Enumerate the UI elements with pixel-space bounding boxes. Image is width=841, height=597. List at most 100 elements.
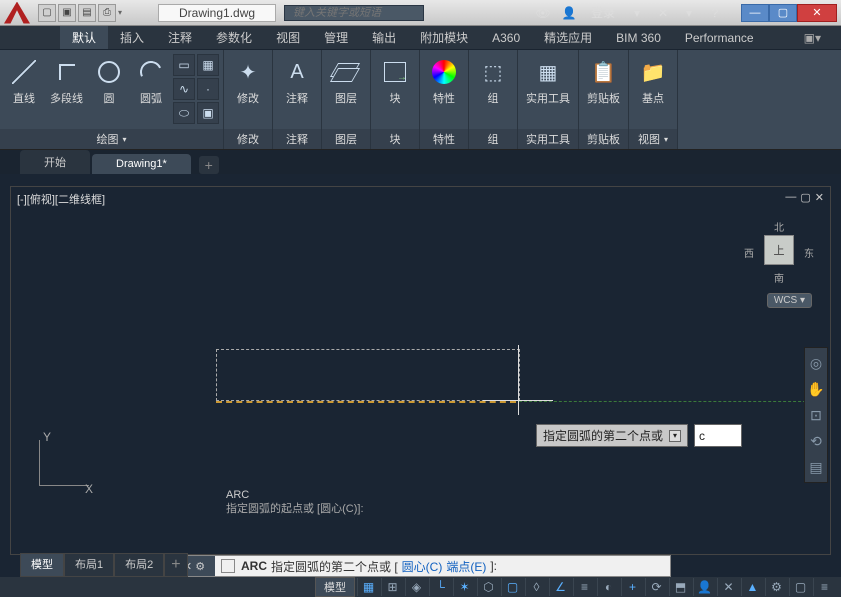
quickprops-icon[interactable]: 👤 bbox=[693, 578, 715, 596]
viewcube-top[interactable]: 上 bbox=[764, 235, 794, 265]
base-button[interactable]: 📁基点 bbox=[633, 54, 673, 108]
spline-icon[interactable]: ∿ bbox=[173, 78, 195, 100]
infer-icon[interactable]: ◈ bbox=[405, 578, 427, 596]
panel-title-block[interactable]: 块 bbox=[390, 131, 401, 147]
search-icon[interactable]: 👁 bbox=[533, 3, 553, 23]
a360-icon[interactable]: ▾ bbox=[679, 3, 699, 23]
dynamic-options-icon[interactable]: ▾ bbox=[669, 430, 681, 442]
panel-title-utilities[interactable]: 实用工具 bbox=[526, 131, 570, 147]
text-button[interactable]: A注释 bbox=[277, 54, 317, 108]
doc-tab-start[interactable]: 开始 bbox=[20, 150, 90, 174]
annoscale-icon[interactable]: ▲ bbox=[741, 578, 763, 596]
chevron-down-icon[interactable]: ▾ bbox=[664, 135, 668, 144]
panel-title-clipboard[interactable]: 剪贴板 bbox=[587, 131, 620, 147]
group-button[interactable]: ⬚组 bbox=[473, 54, 513, 108]
orbit-icon[interactable]: ⟲ bbox=[805, 430, 827, 452]
line-button[interactable]: 直线 bbox=[4, 54, 44, 108]
steering-wheel-icon[interactable]: ◎ bbox=[805, 352, 827, 374]
polar-icon[interactable]: ✶ bbox=[453, 578, 475, 596]
chevron-down-icon[interactable]: ▾ bbox=[122, 135, 126, 144]
hatch-icon[interactable]: ▦ bbox=[197, 54, 219, 76]
viewcube-west[interactable]: 西 bbox=[744, 245, 754, 260]
drawing-viewport[interactable]: [-][俯视][二维线框] — ▢ ✕ 指定圆弧的第二个点或 ▾ Y X 北 南… bbox=[10, 186, 831, 555]
units-icon[interactable]: ✕ bbox=[717, 578, 739, 596]
view-cube[interactable]: 北 南 西 东 上 bbox=[744, 217, 814, 287]
dyninput-icon[interactable]: + bbox=[621, 578, 643, 596]
zoom-extents-icon[interactable]: ⊡ bbox=[805, 404, 827, 426]
lineweight-icon[interactable]: ≡ bbox=[573, 578, 595, 596]
cmd-option-center[interactable]: 圆心(C) bbox=[402, 558, 443, 575]
clean-icon[interactable]: ▢ bbox=[789, 578, 811, 596]
modify-button[interactable]: ✦修改 bbox=[228, 54, 268, 108]
save-icon[interactable]: ▤ bbox=[78, 4, 96, 22]
snap-icon[interactable]: ⊞ bbox=[381, 578, 403, 596]
help-search-input[interactable] bbox=[284, 5, 424, 21]
ribbon-tab-annotate[interactable]: 注释 bbox=[156, 26, 204, 49]
viewcube-south[interactable]: 南 bbox=[774, 270, 784, 285]
transparency-icon[interactable]: ◐ bbox=[597, 578, 619, 596]
ribbon-tab-insert[interactable]: 插入 bbox=[108, 26, 156, 49]
ribbon-tab-a360[interactable]: A360 bbox=[480, 28, 532, 48]
dynamic-input-field[interactable] bbox=[694, 424, 742, 447]
rect-icon[interactable]: ▭ bbox=[173, 54, 195, 76]
grid-icon[interactable]: ▦ bbox=[357, 578, 379, 596]
status-model-button[interactable]: 模型 bbox=[315, 577, 355, 597]
ribbon-tab-view[interactable]: 视图 bbox=[264, 26, 312, 49]
panel-title-group[interactable]: 组 bbox=[488, 131, 499, 147]
iso-icon[interactable]: ⬡ bbox=[477, 578, 499, 596]
new-icon[interactable]: ▢ bbox=[38, 4, 56, 22]
ribbon-tab-output[interactable]: 输出 bbox=[360, 26, 408, 49]
workspace-icon[interactable]: ⚙ bbox=[765, 578, 787, 596]
panel-title-draw[interactable]: 绘图 bbox=[96, 131, 118, 147]
panel-title-properties[interactable]: 特性 bbox=[433, 131, 455, 147]
ribbon-tab-addins[interactable]: 附加模块 bbox=[408, 26, 480, 49]
new-drawing-button[interactable]: + bbox=[199, 156, 219, 174]
panel-title-annotate[interactable]: 注释 bbox=[286, 131, 308, 147]
layout-tab-layout2[interactable]: 布局2 bbox=[114, 553, 164, 577]
customize-icon[interactable]: ≡ bbox=[813, 578, 835, 596]
qat-dropdown-icon[interactable]: ▾ bbox=[118, 4, 128, 22]
minimize-button[interactable]: — bbox=[741, 4, 769, 22]
ellipse-icon[interactable]: ⬭ bbox=[173, 102, 195, 124]
exchange-icon[interactable]: ✕ bbox=[653, 3, 673, 23]
dropdown-icon[interactable]: ▾ bbox=[627, 3, 647, 23]
command-line[interactable]: ✕ ⚙ ARC 指定圆弧的第二个点或 [ 圆心(C) 端点(E) ]: bbox=[172, 555, 671, 577]
ucs-icon[interactable]: Y X bbox=[23, 430, 93, 500]
layout-tab-layout1[interactable]: 布局1 bbox=[64, 553, 114, 577]
viewport-close-icon[interactable]: ✕ bbox=[815, 191, 824, 204]
ribbon-tab-parametric[interactable]: 参数化 bbox=[204, 26, 264, 49]
otrack-icon[interactable]: ∠ bbox=[549, 578, 571, 596]
showmotion-icon[interactable]: ▤ bbox=[805, 456, 827, 478]
open-icon[interactable]: ▣ bbox=[58, 4, 76, 22]
app-logo-icon[interactable] bbox=[4, 2, 30, 24]
clipboard-button[interactable]: 📋剪贴板 bbox=[583, 54, 624, 108]
region-icon[interactable]: ▣ bbox=[197, 102, 219, 124]
point-icon[interactable]: · bbox=[197, 78, 219, 100]
properties-button[interactable]: 特性 bbox=[424, 54, 464, 108]
3dosnap-icon[interactable]: ◊ bbox=[525, 578, 547, 596]
ribbon-tab-featured[interactable]: 精选应用 bbox=[532, 26, 604, 49]
utilities-button[interactable]: ▦实用工具 bbox=[522, 54, 574, 108]
pan-icon[interactable]: ✋ bbox=[805, 378, 827, 400]
user-icon[interactable]: 👤 bbox=[559, 3, 579, 23]
login-link[interactable]: 登录 bbox=[585, 4, 621, 21]
block-button[interactable]: 块 bbox=[375, 54, 415, 108]
ribbon-tab-manage[interactable]: 管理 bbox=[312, 26, 360, 49]
viewport-label[interactable]: [-][俯视][二维线框] bbox=[17, 191, 105, 207]
panel-title-view[interactable]: 视图 bbox=[638, 131, 660, 147]
cycling-icon[interactable]: ⟳ bbox=[645, 578, 667, 596]
ortho-icon[interactable]: └ bbox=[429, 578, 451, 596]
wcs-label[interactable]: WCS ▾ bbox=[767, 293, 812, 308]
panel-title-modify[interactable]: 修改 bbox=[237, 131, 259, 147]
ribbon-tab-default[interactable]: 默认 bbox=[60, 26, 108, 49]
arc-button[interactable]: 圆弧 bbox=[131, 54, 171, 108]
circle-button[interactable]: 圆 bbox=[89, 54, 129, 108]
command-input[interactable]: ARC 指定圆弧的第二个点或 [ 圆心(C) 端点(E) ]: bbox=[215, 556, 670, 576]
panel-title-layers[interactable]: 图层 bbox=[335, 131, 357, 147]
layout-tab-model[interactable]: 模型 bbox=[20, 553, 64, 577]
viewport-minimize-icon[interactable]: — bbox=[785, 191, 796, 204]
viewcube-east[interactable]: 东 bbox=[804, 245, 814, 260]
ribbon-tab-bim360[interactable]: BIM 360 bbox=[604, 28, 673, 48]
polyline-button[interactable]: 多段线 bbox=[46, 54, 87, 108]
ribbon-tab-performance[interactable]: Performance bbox=[673, 28, 766, 48]
